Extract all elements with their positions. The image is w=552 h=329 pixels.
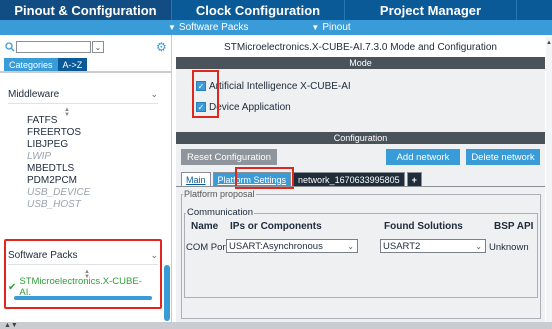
list-item[interactable]: LIBJPEG [27, 139, 157, 151]
list-item[interactable]: FREERTOS [27, 127, 157, 139]
search-icon [5, 42, 15, 52]
list-item[interactable]: FATFS [27, 115, 157, 127]
configuration-header: Configuration [176, 132, 545, 144]
add-network-button[interactable]: Add network [386, 149, 460, 165]
pack-progress-bar [14, 296, 152, 300]
list-item[interactable]: PDM2PCM [27, 175, 157, 187]
list-item[interactable]: LWIP [27, 151, 157, 163]
right-panel: STMicroelectronics.X-CUBE-AI.7.3.0 Mode … [176, 37, 545, 322]
add-tab-button[interactable]: + [406, 172, 422, 186]
gear-icon[interactable]: ⚙ [156, 41, 168, 53]
sub-tab-bar: ▼ Software Packs ▼ Pinout [0, 20, 552, 35]
check-icon: ✔ [8, 281, 17, 293]
divider [176, 186, 545, 187]
chevron-down-icon: ⌄ [150, 89, 158, 99]
list-item[interactable]: USB_HOST [27, 199, 157, 211]
middleware-group-header[interactable]: Middleware ⌄ [8, 86, 158, 104]
tab-software-packs[interactable]: ▼ Software Packs [168, 20, 248, 35]
tab-main[interactable]: Main [181, 172, 211, 186]
chevron-down-icon: ⌄ [475, 242, 482, 251]
tab-pinout-configuration[interactable]: Pinout & Configuration [0, 0, 172, 20]
mode-highlight [192, 70, 219, 118]
communication-label: Communication [186, 207, 254, 218]
scroll-arrow-icon[interactable]: ▲ [546, 40, 552, 50]
column-header-bsp: BSP API [494, 221, 534, 232]
config-tabs: Main Platform Settings network_167063399… [181, 172, 424, 186]
chevron-down-icon: ⌄ [347, 242, 354, 251]
search-dropdown-button[interactable]: ⌄ [92, 41, 104, 53]
reset-configuration-button[interactable]: Reset Configuration [181, 149, 277, 165]
software-pack-item[interactable]: ✔ STMicroelectronics.X-CUBE-AI. [8, 276, 153, 298]
search-input[interactable] [16, 41, 91, 53]
tab-network[interactable]: network_1670633995805 [293, 172, 405, 186]
right-scrollbar[interactable] [546, 37, 552, 322]
tab-project-manager[interactable]: Project Manager [345, 0, 517, 20]
column-header-name: Name [191, 221, 219, 232]
list-item[interactable]: USB_DEVICE [27, 187, 157, 199]
pack-progress-fill [14, 296, 152, 300]
left-scrollbar[interactable] [164, 265, 170, 321]
tab-extra[interactable] [517, 0, 552, 20]
platform-proposal-label: Platform proposal [183, 189, 256, 199]
chevron-down-icon: ▼ [311, 23, 320, 32]
left-panel: ⌄ ⚙ Categories A->Z Middleware ⌄ ▲ ▼ FATF… [0, 35, 172, 322]
middleware-list: FATFS FREERTOS LIBJPEG LWIP MBEDTLS PDM2… [27, 115, 157, 211]
bottom-strip [0, 322, 552, 329]
list-item[interactable]: MBEDTLS [27, 163, 157, 175]
mode-header: Mode [176, 57, 545, 69]
category-tabs: Categories A->Z [4, 58, 88, 71]
tab-a-to-z[interactable]: A->Z [57, 58, 88, 71]
delete-network-button[interactable]: Delete network [466, 149, 540, 165]
tab-categories[interactable]: Categories [4, 58, 58, 71]
page-title: STMicroelectronics.X-CUBE-AI.7.3.0 Mode … [224, 41, 497, 53]
divider [0, 71, 171, 73]
column-header-ips: IPs or Components [230, 221, 322, 232]
resize-handle-icon[interactable]: ▲▼ [4, 322, 18, 329]
search-row: ⌄ ⚙ [4, 41, 168, 55]
tab-pinout[interactable]: ▼ Pinout [311, 20, 350, 35]
chevron-down-icon: ⌄ [94, 42, 102, 52]
chevron-down-icon: ▼ [168, 23, 176, 32]
column-header-solutions: Found Solutions [384, 221, 463, 232]
row-name: COM Port [186, 242, 229, 253]
found-solution-select[interactable]: USART2 ⌄ [380, 239, 486, 253]
main-tab-bar: Pinout & Configuration Clock Configurati… [0, 0, 552, 20]
bsp-api-value: Unknown [489, 242, 529, 253]
checkbox-artificial-intelligence[interactable]: ✓ Artificial Intelligence X-CUBE-AI [196, 79, 351, 93]
ip-component-select[interactable]: USART:Asynchronous ⌄ [226, 239, 358, 253]
tab-clock-configuration[interactable]: Clock Configuration [172, 0, 345, 20]
